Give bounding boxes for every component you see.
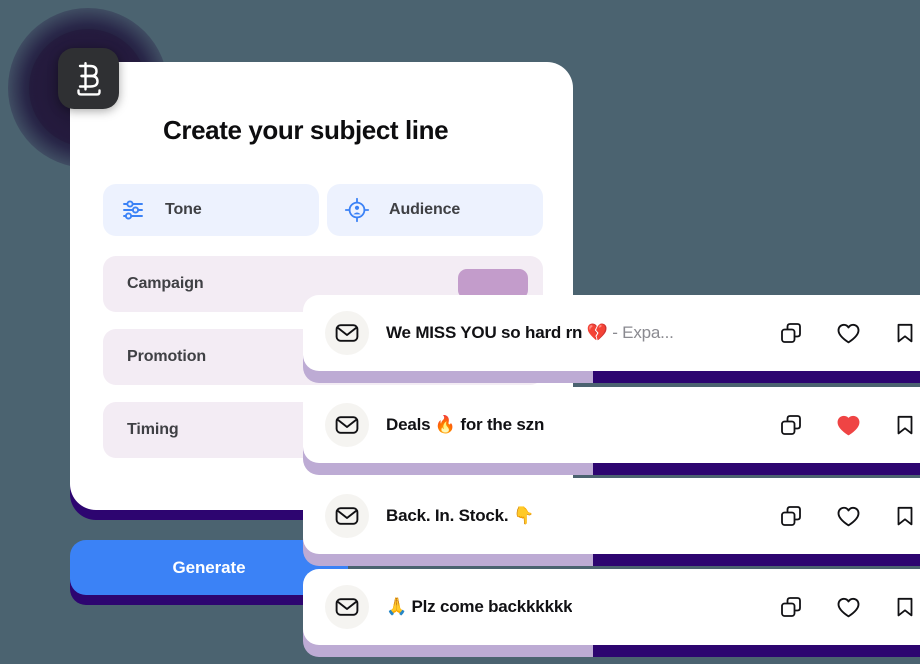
app-stage: Create your subject line Tone Audience C…	[0, 0, 920, 664]
result-suffix: - Expa...	[612, 323, 674, 342]
option-label: Campaign	[127, 275, 204, 292]
envelope-icon	[325, 403, 369, 447]
result-card[interactable]: Deals 🔥 for the szn	[303, 387, 920, 463]
result-subject: Deals 🔥 for the szn	[386, 415, 545, 434]
tone-chip-label: Tone	[165, 201, 202, 218]
heart-icon[interactable]	[834, 502, 862, 530]
result-text: We MISS YOU so hard rn 💔 - Expa...	[386, 323, 674, 343]
result-actions	[777, 319, 920, 347]
copy-icon[interactable]	[777, 593, 805, 621]
bookmark-icon[interactable]	[891, 502, 919, 530]
result-text: Back. In. Stock. 👇	[386, 506, 534, 526]
brand-logo[interactable]	[58, 48, 119, 109]
tone-chip[interactable]: Tone	[103, 184, 319, 236]
sliders-icon	[119, 196, 147, 224]
result-actions	[777, 502, 920, 530]
result-subject: 🙏 Plz come backkkkkk	[386, 597, 573, 616]
result-text: Deals 🔥 for the szn	[386, 415, 544, 435]
result-card[interactable]: We MISS YOU so hard rn 💔 - Expa...	[303, 295, 920, 371]
option-label: Promotion	[127, 348, 207, 365]
result-actions	[777, 411, 920, 439]
bookmark-icon[interactable]	[891, 319, 919, 347]
bookmark-icon[interactable]	[891, 593, 919, 621]
heart-icon[interactable]	[834, 593, 862, 621]
result-text: 🙏 Plz come backkkkkk	[386, 597, 572, 617]
result-card[interactable]: Back. In. Stock. 👇	[303, 478, 920, 554]
heart-icon[interactable]	[834, 319, 862, 347]
audience-chip[interactable]: Audience	[327, 184, 543, 236]
copy-icon[interactable]	[777, 319, 805, 347]
envelope-icon	[325, 494, 369, 538]
heart-icon[interactable]	[834, 411, 862, 439]
target-person-icon	[343, 196, 371, 224]
page-title: Create your subject line	[163, 115, 449, 145]
result-subject: We MISS YOU so hard rn 💔	[386, 323, 613, 342]
envelope-icon	[325, 585, 369, 629]
result-actions	[777, 593, 920, 621]
envelope-icon	[325, 311, 369, 355]
copy-icon[interactable]	[777, 411, 805, 439]
audience-chip-label: Audience	[389, 201, 461, 218]
brand-logo-glyph	[76, 61, 101, 96]
result-card[interactable]: 🙏 Plz come backkkkkk	[303, 569, 920, 645]
option-label: Timing	[127, 421, 179, 438]
bookmark-icon[interactable]	[891, 411, 919, 439]
result-subject: Back. In. Stock. 👇	[386, 506, 534, 525]
copy-icon[interactable]	[777, 502, 805, 530]
